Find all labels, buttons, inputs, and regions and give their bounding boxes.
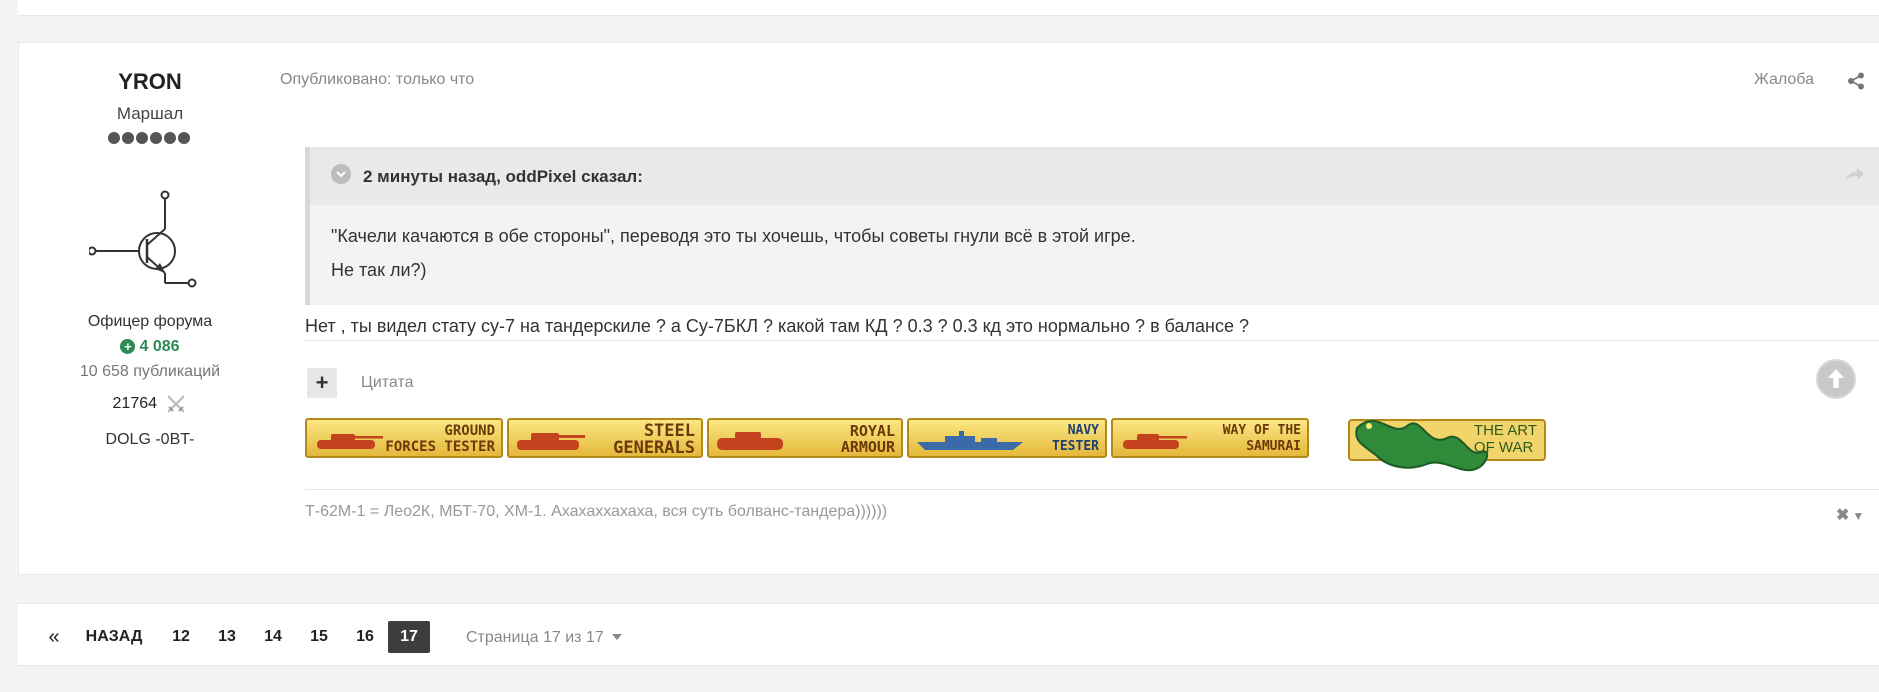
rank-pip (136, 132, 148, 144)
reputation-value: 4 086 (139, 338, 180, 355)
report-link[interactable]: Жалоба (1754, 71, 1814, 89)
badge-label: GROUND FORCES TESTER (385, 423, 495, 455)
rank-pip (178, 132, 190, 144)
page-info: Страница 17 из 17 (466, 629, 604, 646)
page-link[interactable]: 15 (304, 621, 334, 653)
author-name[interactable]: YRON (19, 69, 281, 95)
signature-options[interactable]: ✖ ▼ (1836, 505, 1879, 525)
tank-icon (717, 432, 783, 450)
chevron-down-icon (611, 634, 622, 640)
ship-icon (917, 431, 1023, 450)
pagination: « НАЗАД 12 13 14 15 16 17 Страница 17 из… (18, 603, 1879, 666)
battles-count: 21764 (19, 393, 281, 415)
jump-to-quote-icon[interactable] (1845, 166, 1865, 182)
badge-label: STEEL GENERALS (613, 421, 695, 458)
badge-ground-forces-tester: GROUND FORCES TESTER (305, 418, 503, 458)
crossed-swords-icon (167, 395, 186, 413)
author-rank: Маршал (116, 104, 184, 123)
badge-navy-tester: NAVY TESTER (907, 418, 1107, 458)
badge-steel-generals: STEEL GENERALS (507, 418, 703, 458)
post-date[interactable]: Опубликовано: только что (280, 71, 474, 89)
badge-way-of-the-samurai: WAY OF THE SAMURAI (1111, 418, 1309, 458)
divider (305, 340, 1879, 341)
quote-citation[interactable]: 2 минуты назад, oddPixel сказал: (363, 167, 643, 187)
author-group: Офицер форума (87, 313, 213, 330)
post-count: 10 658 публикаций (79, 363, 221, 380)
previous-post-card (18, 0, 1879, 16)
quote-text: Не так ли?) (331, 260, 427, 280)
page-link[interactable]: 12 (166, 621, 196, 653)
tank-icon (517, 433, 585, 450)
collapse-toggle-icon[interactable] (331, 164, 351, 184)
multiquote-button[interactable]: + (307, 368, 337, 398)
page-link[interactable]: 16 (350, 621, 380, 653)
rank-pip (108, 132, 120, 144)
plus-circle-icon: + (120, 339, 136, 354)
badge-royal-armour: ROYAL ARMOUR (707, 418, 903, 458)
prev-page-link[interactable]: НАЗАД (84, 621, 144, 653)
post-body: Нет , ты видел стату су-7 на тандерскиле… (305, 316, 1250, 336)
badge-art-of-war: THE ART OF WAR (1347, 408, 1547, 476)
forum-post: YRON Маршал Офицер форума +4 086 10 658 … (18, 42, 1879, 575)
quote-header: 2 минуты назад, oddPixel сказал: (310, 147, 1879, 205)
quote-button[interactable]: Цитата (361, 374, 414, 392)
tank-icon (317, 434, 383, 449)
badge-label: WAY OF THE SAMURAI (1222, 423, 1301, 454)
current-page[interactable]: 17 (388, 621, 430, 653)
page-link[interactable]: 13 (212, 621, 242, 653)
chevron-down-icon[interactable]: ▼ (1852, 509, 1864, 523)
quote-block: 2 минуты назад, oddPixel сказал: "Качели… (305, 147, 1879, 305)
badge-label: NAVY TESTER (1052, 423, 1099, 454)
scroll-to-top-icon[interactable] (1816, 359, 1856, 399)
close-icon[interactable]: ✖ (1836, 507, 1849, 524)
rank-pip (150, 132, 162, 144)
rank-pip (164, 132, 176, 144)
clan-tag[interactable]: DOLG -0BT- (19, 431, 281, 449)
reputation: +4 086 (19, 338, 281, 356)
first-page-link[interactable]: « (44, 621, 64, 653)
tank-icon (1123, 434, 1187, 449)
badge-label: THE ART OF WAR (1473, 422, 1537, 456)
divider (305, 489, 1879, 490)
page-link[interactable]: 14 (258, 621, 288, 653)
signature: Т-62М-1 = Лео2К, МБТ-70, ХМ-1. Ахахаххах… (305, 503, 888, 520)
quote-text: "Качели качаются в обе стороны", перевод… (331, 226, 1136, 246)
page-jump[interactable]: Страница 17 из 17 (466, 629, 622, 647)
rank-pips (107, 131, 193, 147)
rank-pip (122, 132, 134, 144)
award-badges: GROUND FORCES TESTER STEEL GENERALS ROYAL A… (305, 418, 1546, 488)
share-icon[interactable] (1847, 72, 1865, 90)
battles-value: 21764 (112, 395, 158, 413)
badge-label: ROYAL ARMOUR (840, 422, 895, 456)
